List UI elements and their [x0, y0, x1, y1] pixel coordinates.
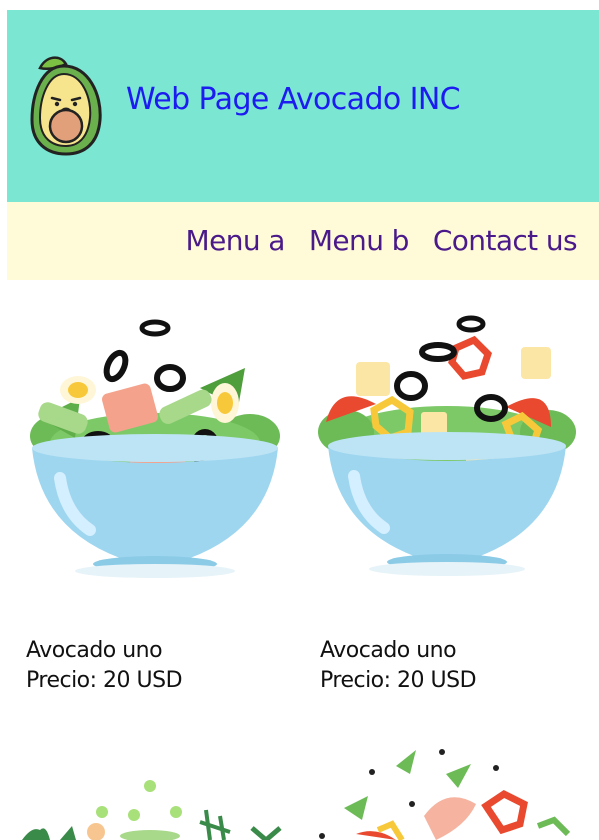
nav-item-contact-us[interactable]: Contact us — [433, 224, 578, 257]
product-card[interactable]: Avocado uno Precio: 20 USD — [316, 312, 578, 693]
product-price: Precio: 20 USD — [26, 668, 183, 693]
site-header: Web Page Avocado INC — [7, 10, 599, 202]
product-card[interactable]: Avocado uno Precio: 20 USD — [20, 318, 290, 693]
salad-bowl-herbs-icon — [22, 780, 282, 840]
product-name: Avocado uno — [26, 638, 163, 663]
nav-item-menu-a[interactable]: Menu a — [186, 224, 286, 257]
nav-bar: Menu a Menu b Contact us — [7, 202, 599, 280]
salad-bowl-peppers-cheese-icon — [318, 315, 576, 576]
product-card[interactable] — [10, 770, 290, 840]
nav-menu: Menu a Menu b Contact us — [186, 224, 578, 257]
product-name: Avocado uno — [320, 638, 457, 663]
product-card[interactable] — [316, 746, 586, 840]
product-price: Precio: 20 USD — [320, 668, 477, 693]
nav-item-menu-b[interactable]: Menu b — [309, 224, 410, 257]
avocado-logo-icon[interactable] — [26, 54, 108, 158]
salad-bowl-shrimp-icon — [319, 749, 571, 840]
site-title[interactable]: Web Page Avocado INC — [126, 82, 461, 117]
salad-bowl-olives-salmon-icon — [30, 319, 280, 578]
